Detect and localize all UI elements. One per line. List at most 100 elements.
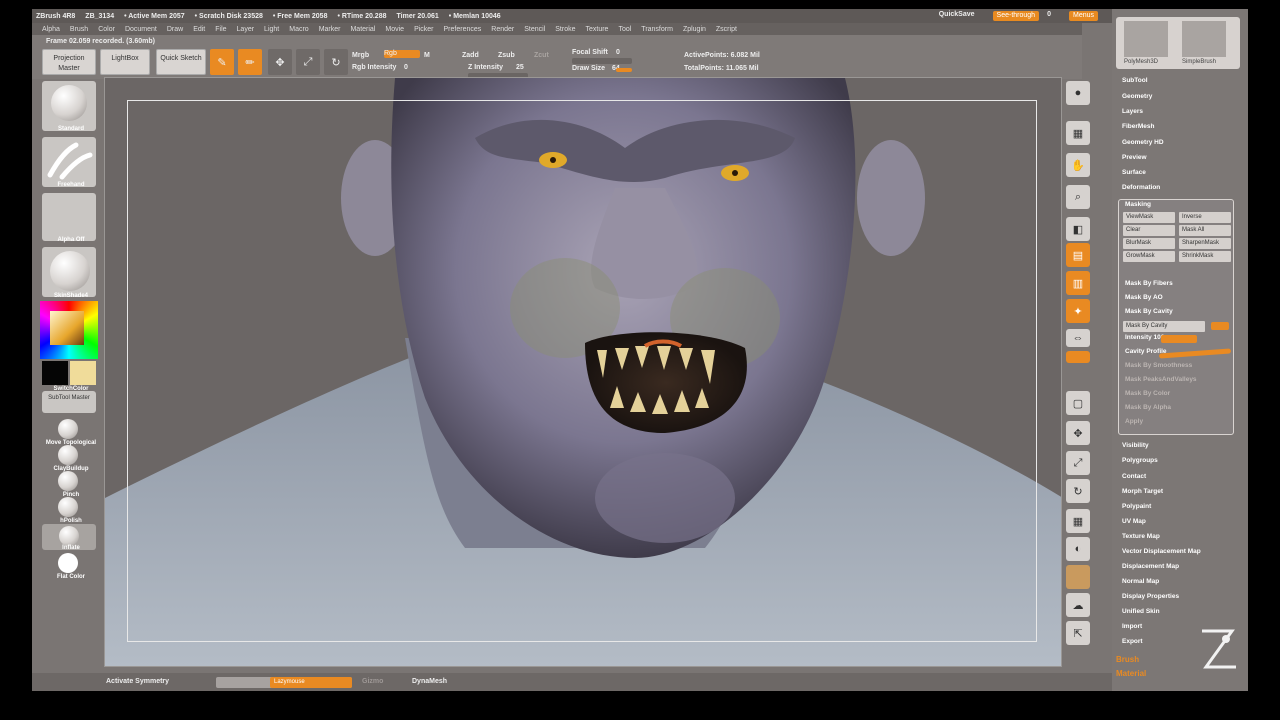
- menu-edit[interactable]: Edit: [193, 26, 205, 33]
- zcut-toggle[interactable]: Zcut: [534, 52, 549, 59]
- menu-brush[interactable]: Brush: [70, 26, 88, 33]
- mask-by-cavity-button[interactable]: Mask By Cavity: [1123, 321, 1205, 332]
- rgb-intensity-value[interactable]: 0: [404, 64, 408, 71]
- contact-item[interactable]: Contact: [1122, 473, 1146, 480]
- menu-stroke[interactable]: Stroke: [555, 26, 575, 33]
- brush-palette-button[interactable]: Brush: [1116, 655, 1139, 664]
- flat-color-material-icon[interactable]: [58, 553, 78, 573]
- dynamesh-button[interactable]: DynaMesh: [412, 678, 447, 685]
- move-button[interactable]: ✥: [268, 49, 292, 75]
- focal-shift-value[interactable]: 0: [616, 49, 620, 56]
- line-fill-button[interactable]: ▦: [1066, 509, 1090, 533]
- lightbox-button[interactable]: LightBox: [100, 49, 150, 75]
- mask-all-button[interactable]: Mask All: [1179, 225, 1231, 236]
- cavity-toggle[interactable]: [1211, 322, 1229, 330]
- z-intensity-value[interactable]: 25: [516, 64, 524, 71]
- growmask-button[interactable]: GrowMask: [1123, 251, 1175, 262]
- menu-alpha[interactable]: Alpha: [42, 26, 60, 33]
- draw-button[interactable]: ✏: [238, 49, 262, 75]
- menu-light[interactable]: Light: [264, 26, 279, 33]
- menu-movie[interactable]: Movie: [385, 26, 404, 33]
- rotate-view-button[interactable]: ↻: [1066, 479, 1090, 503]
- secondary-color-swatch[interactable]: [42, 361, 68, 385]
- scroll-button[interactable]: ✋: [1066, 153, 1090, 177]
- menus-button[interactable]: Menus: [1068, 11, 1098, 21]
- unified-skin-item[interactable]: Unified Skin: [1122, 608, 1160, 615]
- mrgb-toggle[interactable]: Mrgb: [352, 52, 369, 59]
- export-item[interactable]: Export: [1122, 638, 1143, 645]
- clear-mask-button[interactable]: Clear: [1123, 225, 1175, 236]
- menu-color[interactable]: Color: [98, 26, 115, 33]
- uv-map-item[interactable]: UV Map: [1122, 518, 1146, 525]
- pinch-brush-icon[interactable]: [58, 471, 78, 491]
- alpha-thumb[interactable]: [42, 193, 96, 241]
- color-picker[interactable]: [40, 301, 98, 359]
- stroke-thumb[interactable]: [42, 137, 96, 187]
- subtool-master-button[interactable]: SubTool Master: [42, 391, 96, 413]
- menu-layer[interactable]: Layer: [237, 26, 255, 33]
- subtool-item[interactable]: SubTool: [1122, 77, 1148, 84]
- hpolish-brush-icon[interactable]: [58, 497, 78, 517]
- main-color-swatch[interactable]: [70, 361, 96, 385]
- masking-title[interactable]: Masking: [1125, 201, 1151, 208]
- lazymouse-slider[interactable]: Lazymouse: [216, 677, 352, 688]
- texture-map-item[interactable]: Texture Map: [1122, 533, 1160, 540]
- menu-texture[interactable]: Texture: [585, 26, 608, 33]
- visibility-item[interactable]: Visibility: [1122, 442, 1149, 449]
- menu-draw[interactable]: Draw: [167, 26, 183, 33]
- import-item[interactable]: Import: [1122, 623, 1142, 630]
- move-topological-brush-icon[interactable]: [58, 419, 78, 439]
- material-thumb[interactable]: [42, 247, 96, 297]
- blurmask-button[interactable]: BlurMask: [1123, 238, 1175, 249]
- polymesh-thumb[interactable]: [1124, 21, 1168, 57]
- polypaint-item[interactable]: Polypaint: [1122, 503, 1151, 510]
- mask-by-fibers-item[interactable]: Mask By Fibers: [1125, 280, 1173, 287]
- menu-document[interactable]: Document: [125, 26, 157, 33]
- extra-button[interactable]: ⇱: [1066, 621, 1090, 645]
- xpose-button[interactable]: ☁: [1066, 593, 1090, 617]
- solo-button[interactable]: [1066, 565, 1090, 589]
- geometry-item[interactable]: Geometry: [1122, 93, 1152, 100]
- gizmo-button[interactable]: Gizmo: [362, 678, 383, 685]
- morph-target-item[interactable]: Morph Target: [1122, 488, 1163, 495]
- frame-button[interactable]: ▢: [1066, 391, 1090, 415]
- surface-item[interactable]: Surface: [1122, 169, 1146, 176]
- brush-thumb[interactable]: [42, 81, 96, 131]
- projection-master-button[interactable]: Projection Master: [42, 49, 96, 75]
- menu-stencil[interactable]: Stencil: [524, 26, 545, 33]
- menu-file[interactable]: File: [215, 26, 226, 33]
- menu-preferences[interactable]: Preferences: [444, 26, 482, 33]
- inverse-button[interactable]: Inverse: [1179, 212, 1231, 223]
- intensity-slider-fill[interactable]: [1161, 335, 1197, 343]
- displacement-map-item[interactable]: Displacement Map: [1122, 563, 1179, 570]
- simplebrush-thumb[interactable]: [1182, 21, 1226, 57]
- draw-size-slider[interactable]: [616, 68, 632, 72]
- local-button[interactable]: ✦: [1066, 299, 1090, 323]
- activate-symmetry-button[interactable]: Activate Symmetry: [106, 678, 169, 685]
- mask-peaks-valleys-item[interactable]: Mask PeaksAndValleys: [1125, 376, 1197, 383]
- edit-button[interactable]: ✎: [210, 49, 234, 75]
- mask-by-alpha-item[interactable]: Mask By Alpha: [1125, 404, 1171, 411]
- apply-item[interactable]: Apply: [1125, 418, 1143, 425]
- material-palette-button[interactable]: Material: [1116, 669, 1146, 678]
- sharpenmask-button[interactable]: SharpenMask: [1179, 238, 1231, 249]
- transp-button[interactable]: ◐: [1066, 537, 1090, 561]
- viewmask-button[interactable]: ViewMask: [1123, 212, 1175, 223]
- menu-transform[interactable]: Transform: [641, 26, 673, 33]
- m-toggle[interactable]: M: [424, 52, 430, 59]
- menu-zplugin[interactable]: Zplugin: [683, 26, 706, 33]
- xyz-button[interactable]: [1066, 351, 1090, 363]
- shrinkmask-button[interactable]: ShrinkMask: [1179, 251, 1231, 262]
- fibermesh-item[interactable]: FiberMesh: [1122, 123, 1155, 130]
- floor-button[interactable]: ▥: [1066, 271, 1090, 295]
- persp-button[interactable]: ▤: [1066, 243, 1090, 267]
- menu-material[interactable]: Material: [350, 26, 375, 33]
- menu-marker[interactable]: Marker: [319, 26, 341, 33]
- scale-button[interactable]: ⤢: [296, 49, 320, 75]
- menu-picker[interactable]: Picker: [414, 26, 433, 33]
- preview-item[interactable]: Preview: [1122, 154, 1147, 161]
- zoom-button[interactable]: ⌕: [1066, 185, 1090, 209]
- actual-button[interactable]: ◧: [1066, 217, 1090, 241]
- menu-render[interactable]: Render: [491, 26, 514, 33]
- menu-tool[interactable]: Tool: [618, 26, 631, 33]
